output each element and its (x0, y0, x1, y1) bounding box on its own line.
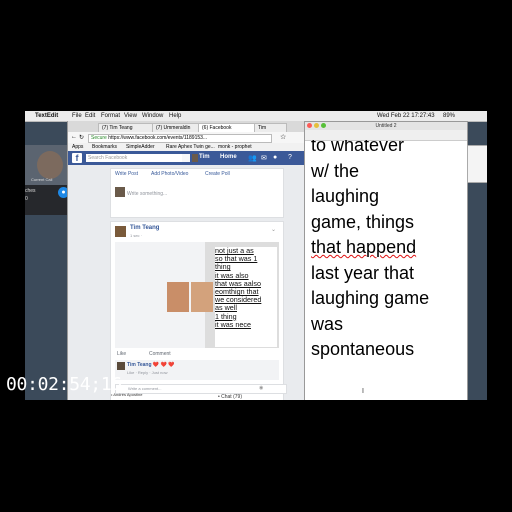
feed-post: Tim Teang 1 sec · ⌄ not just a as so tha… (110, 221, 287, 400)
editor-line: was (311, 313, 344, 334)
bookmark-simpleadder[interactable]: SimpleAdder (126, 143, 155, 151)
bookmark-bookmarks[interactable]: Bookmarks (92, 143, 117, 151)
browser-window: (7) Tim Teang (7) Ummeraldin (6) Faceboo… (67, 121, 324, 400)
star-icon[interactable]: ☆ (280, 133, 286, 141)
editor-text-area[interactable]: to whatever w/ the laughing game, things… (311, 140, 461, 390)
back-icon[interactable]: ← (71, 134, 77, 140)
caller-avatar (37, 151, 63, 179)
write-post-tab[interactable]: Write Post (115, 171, 138, 177)
minimize-window-icon[interactable] (314, 123, 319, 128)
tab-strip: (7) Tim Teang (7) Ummeraldin (6) Faceboo… (68, 121, 324, 133)
menu-view[interactable]: View (124, 111, 137, 121)
create-poll-tab[interactable]: Create Poll (205, 171, 230, 177)
post-image-photo-2 (191, 282, 213, 312)
bookmark-aphex[interactable]: Rare Aphex Twin ge... (166, 143, 215, 151)
add-photo-tab[interactable]: Add Photo/Video (151, 171, 188, 177)
text-cursor-icon: I (362, 388, 364, 395)
menu-help[interactable]: Help (169, 111, 181, 121)
post-image-photo-1 (167, 282, 189, 312)
comment-item: Tim Teang ❤️ ❤️ ❤️ Like · Reply · Just n… (115, 360, 279, 380)
editor-line: w/ the (311, 160, 360, 181)
profile-avatar[interactable] (192, 154, 198, 162)
post-image-text: not just a as so that was 1 thing it was… (215, 246, 277, 347)
url-field[interactable]: Secure https://www.facebook.com/events/1… (88, 134, 272, 143)
camera-icon[interactable]: ◉ (259, 385, 263, 391)
help-icon[interactable]: ? (288, 154, 292, 161)
caller-name: ches (25, 188, 36, 194)
caller-name-extra: 0 (25, 196, 28, 202)
battery-status[interactable]: 89% (443, 111, 455, 121)
editor-line: to whatever (311, 140, 405, 155)
home-link[interactable]: Home (220, 154, 237, 160)
facebook-header: f Search Facebook Tim Home 👥 ✉ ● ? (68, 151, 324, 165)
textedit-window: Untitled 2 to whatever w/ the laughing g… (304, 121, 468, 400)
editor-line: spontaneous (311, 339, 415, 359)
editor-line: game, things (311, 211, 415, 232)
post-image[interactable]: not just a as so that was 1 thing it was… (115, 242, 279, 348)
post-image-line: it was nece (215, 319, 251, 329)
menu-window[interactable]: Window (142, 111, 163, 121)
call-status-label: Current Call (31, 177, 53, 182)
desktop: TextEdit File Edit Format View Window He… (25, 111, 487, 400)
editor-line: laughing game (311, 288, 430, 308)
like-button[interactable]: Like (117, 351, 126, 357)
friend-requests-icon[interactable]: 👥 (248, 154, 257, 162)
facebook-search-input[interactable]: Search Facebook (86, 154, 182, 162)
comment-author[interactable]: Tim Teang ❤️ ❤️ ❤️ (127, 362, 174, 368)
bookmark-monk[interactable]: monk - prophet (218, 143, 252, 151)
post-composer: Write Post Add Photo/Video Create Poll W… (110, 168, 284, 218)
video-timecode: 00:02:54;16 (6, 374, 122, 395)
post-author-avatar[interactable] (115, 226, 126, 237)
menu-edit[interactable]: Edit (85, 111, 95, 121)
profile-link[interactable]: Tim (199, 154, 210, 160)
post-author-name[interactable]: Tim Teang (130, 225, 159, 231)
menu-app-name[interactable]: TextEdit (35, 111, 58, 121)
url-text: https://www.facebook.com/events/1189153.… (108, 135, 208, 141)
reload-icon[interactable]: ↻ (79, 134, 84, 141)
search-icon[interactable] (182, 154, 190, 162)
chat-button[interactable]: • Chat (79) (218, 394, 242, 400)
secure-label: Secure (91, 135, 107, 141)
post-footer-name[interactable]: • Andrés Apostine (111, 392, 283, 397)
facebook-feed: Write Post Add Photo/Video Create Poll W… (68, 165, 324, 400)
notification-thumbnail[interactable] (467, 145, 487, 183)
comment-meta: Like · Reply · Just now (127, 370, 168, 375)
menu-format[interactable]: Format (101, 111, 120, 121)
messages-icon[interactable]: ✉ (261, 154, 267, 162)
post-options-icon[interactable]: ⌄ (271, 226, 276, 233)
close-window-icon[interactable] (307, 123, 312, 128)
menu-file[interactable]: File (72, 111, 82, 121)
write-something-input[interactable]: Write something... (127, 191, 167, 197)
menu-clock[interactable]: Wed Feb 22 17:27:43 (377, 111, 435, 121)
comment-button[interactable]: Comment (149, 351, 171, 357)
editor-line-misspelled: that happend (311, 237, 417, 257)
notifications-icon[interactable]: ● (273, 154, 277, 161)
editor-line: laughing (311, 186, 380, 206)
post-timestamp[interactable]: 1 sec · (130, 233, 142, 238)
editor-title: Untitled 2 (305, 122, 467, 130)
comment-avatar[interactable] (117, 362, 125, 370)
zoom-window-icon[interactable] (321, 123, 326, 128)
facebook-logo-icon[interactable]: f (72, 153, 82, 163)
editor-line: last year that (311, 262, 415, 283)
composer-avatar (115, 187, 125, 197)
bookmark-apps[interactable]: Apps (72, 143, 83, 151)
